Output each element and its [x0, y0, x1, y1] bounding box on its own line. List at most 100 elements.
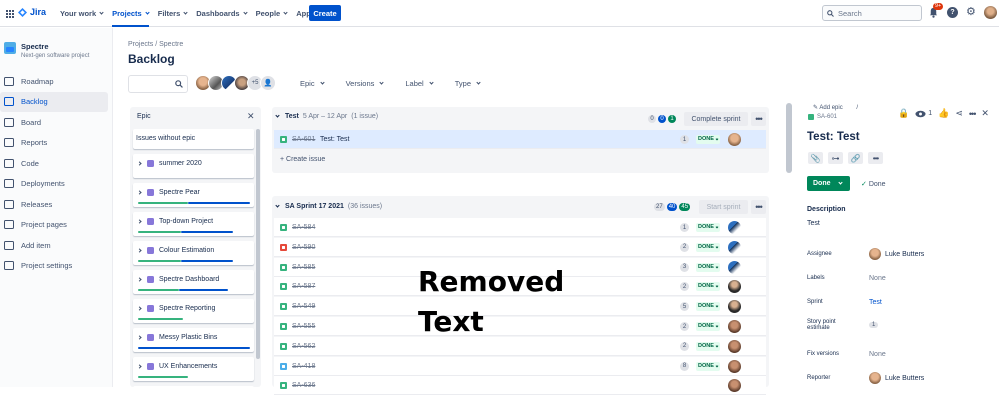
status-badge[interactable]: DONE — [696, 262, 721, 272]
issue-key[interactable]: SA-587 — [292, 283, 315, 290]
search-input[interactable]: Search — [822, 5, 922, 21]
story-points[interactable]: 2 — [680, 322, 689, 331]
status-button[interactable]: Done — [807, 176, 850, 191]
story-points[interactable]: 5 — [680, 302, 689, 312]
help-icon[interactable]: ? — [947, 7, 958, 18]
assignee-avatar[interactable] — [728, 133, 741, 146]
thumbs-up-icon[interactable]: 👍 — [938, 108, 949, 119]
attach-icon[interactable]: 📎 — [808, 152, 823, 164]
issue-key[interactable]: SA-562 — [292, 343, 315, 350]
epic-item[interactable]: Spectre Pear — [133, 183, 254, 207]
sprint-header[interactable]: Test 5 Apr – 12 Apr (1 issue) — [275, 113, 378, 120]
more-icon[interactable]: ••• — [969, 109, 977, 119]
field-value[interactable]: None — [869, 351, 886, 358]
assignee-avatar[interactable] — [728, 280, 741, 294]
assignee-avatar[interactable] — [728, 260, 741, 274]
filter-label[interactable]: Label — [405, 79, 434, 88]
share-icon[interactable]: ⋖ — [955, 108, 963, 119]
chevron-right-icon[interactable] — [137, 335, 142, 340]
issue-row[interactable]: SA-590 2 DONE — [274, 237, 766, 257]
nav-item-filters[interactable]: Filters — [158, 0, 188, 27]
sidebar-item-project-pages[interactable]: Project pages — [0, 215, 113, 236]
issues-without-epic[interactable]: Issues without epic — [133, 129, 254, 149]
story-points[interactable]: 8 — [680, 361, 689, 371]
assignee-avatar[interactable] — [728, 221, 741, 234]
sidebar-item-board[interactable]: Board — [0, 112, 113, 133]
epic-item[interactable]: UX Enhancements — [133, 357, 254, 381]
issue-key[interactable]: SA-585 — [292, 264, 315, 271]
issue-row[interactable]: SA-418 8 DONE — [274, 356, 766, 376]
chevron-right-icon[interactable] — [137, 161, 142, 166]
notifications-icon[interactable]: 9+ — [928, 3, 944, 18]
status-badge[interactable]: DONE — [696, 361, 721, 371]
watch-icon[interactable]: 1 — [915, 110, 932, 118]
nav-item-your-work[interactable]: Your work — [60, 0, 104, 27]
story-points[interactable]: 3 — [680, 262, 689, 272]
status-badge[interactable]: DONE — [696, 341, 721, 351]
assignee-avatar[interactable] — [728, 359, 741, 373]
sidebar-item-deployments[interactable]: Deployments — [0, 174, 113, 195]
status-badge[interactable]: DONE — [696, 223, 721, 232]
filter-type[interactable]: Type — [455, 79, 481, 88]
nav-item-projects[interactable]: Projects — [112, 0, 150, 27]
nav-item-people[interactable]: People — [256, 0, 288, 27]
field-value[interactable]: None — [869, 275, 886, 282]
issue-key[interactable]: SA-590 — [292, 244, 315, 251]
issue-title[interactable]: Test: Test — [807, 131, 860, 143]
issue-key[interactable]: SA-636 — [292, 382, 315, 389]
status-badge[interactable]: DONE — [696, 135, 721, 144]
project-header[interactable]: Spectre Next-gen software project — [4, 42, 89, 59]
status-badge[interactable]: DONE — [696, 322, 721, 331]
field-value[interactable]: Luke Butters — [869, 248, 924, 260]
assignee-avatar[interactable] — [728, 300, 741, 314]
add-person-icon[interactable]: 👤 — [260, 75, 276, 91]
backlog-scrollbar[interactable] — [786, 103, 792, 173]
more-icon[interactable]: ••• — [751, 200, 766, 214]
epic-scrollbar[interactable] — [256, 129, 260, 359]
chevron-right-icon[interactable] — [137, 277, 142, 282]
settings-gear-icon[interactable]: ⚙ — [966, 7, 976, 18]
filter-epic[interactable]: Epic — [300, 79, 325, 88]
chevron-right-icon[interactable] — [137, 219, 142, 224]
assignee-avatar[interactable] — [728, 320, 741, 333]
assignee-avatar[interactable] — [728, 240, 741, 254]
epic-item[interactable]: Colour Estimation — [133, 241, 254, 265]
story-points[interactable]: 2 — [680, 282, 689, 292]
sidebar-item-backlog[interactable]: Backlog — [0, 91, 108, 112]
epic-item[interactable]: Spectre Reporting — [133, 299, 254, 323]
epic-item[interactable]: Spectre Dashboard — [133, 270, 254, 294]
filter-versions[interactable]: Versions — [346, 79, 384, 88]
issue-key[interactable]: SA-601 — [808, 114, 837, 120]
close-icon[interactable]: ✕ — [247, 111, 255, 122]
story-points[interactable]: 1 — [680, 223, 689, 232]
issue-key[interactable]: SA-418 — [292, 363, 315, 370]
assignee-avatar[interactable] — [728, 379, 741, 393]
jira-logo[interactable]: Jira — [18, 7, 46, 17]
sidebar-item-add-item[interactable]: Add item — [0, 235, 113, 256]
issue-row[interactable]: SA-636 — [274, 376, 766, 395]
sidebar-item-releases[interactable]: Releases — [0, 194, 113, 215]
nav-item-dashboards[interactable]: Dashboards — [196, 0, 248, 27]
create-issue-button[interactable]: + Create issue — [280, 156, 325, 163]
epic-item[interactable]: summer 2020 — [133, 154, 254, 178]
status-badge[interactable]: DONE — [696, 282, 721, 292]
add-epic-link[interactable]: ✎ Add epic / — [813, 104, 858, 111]
app-switcher-icon[interactable] — [5, 9, 14, 18]
epic-item[interactable]: Messy Plastic Bins — [133, 328, 254, 352]
issue-key[interactable]: SA-584 — [292, 224, 315, 231]
issue-key[interactable]: SA-601 — [292, 136, 315, 143]
breadcrumb[interactable]: Projects / Spectre — [128, 41, 183, 48]
assignee-avatar[interactable] — [728, 339, 741, 353]
link-icon[interactable]: 🔗 — [848, 152, 863, 164]
profile-avatar[interactable] — [983, 6, 997, 19]
issue-key[interactable]: SA-555 — [292, 323, 315, 330]
story-points[interactable]: 1 — [680, 135, 689, 144]
issue-row[interactable]: SA-584 1 DONE — [274, 218, 766, 237]
story-points[interactable]: 2 — [680, 242, 689, 252]
backlog-search-input[interactable] — [128, 75, 188, 93]
chevron-right-icon[interactable] — [137, 364, 142, 369]
more-icon[interactable]: ••• — [751, 112, 766, 126]
child-issue-icon[interactable]: ⊶ — [828, 152, 843, 164]
story-points[interactable]: 2 — [680, 341, 689, 351]
chevron-right-icon[interactable] — [137, 190, 142, 195]
